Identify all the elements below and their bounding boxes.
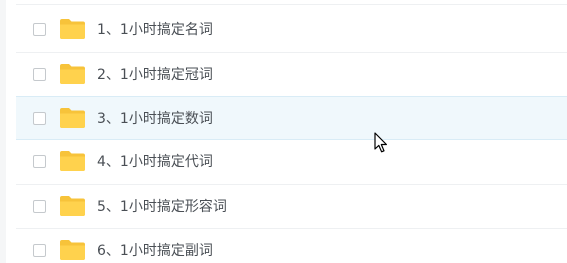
- list-item[interactable]: 2、1小时搞定冠词: [16, 52, 567, 96]
- left-gutter: [0, 0, 6, 263]
- row-checkbox[interactable]: [33, 23, 46, 36]
- list-item[interactable]: 4、1小时搞定代词: [16, 140, 567, 184]
- row-checkbox[interactable]: [33, 155, 46, 168]
- row-checkbox[interactable]: [33, 68, 46, 81]
- list-item[interactable]: 5、1小时搞定形容词: [16, 184, 567, 228]
- row-checkbox[interactable]: [33, 244, 46, 257]
- file-list: 1、1小时搞定名词 2、1小时搞定冠词 3、1小时搞定数词 4、1小时搞定代词 …: [16, 8, 567, 263]
- list-item[interactable]: 1、1小时搞定名词: [16, 8, 567, 52]
- list-item[interactable]: 3、1小时搞定数词: [16, 96, 567, 140]
- row-checkbox[interactable]: [33, 200, 46, 213]
- previous-row-edge: [16, 0, 567, 5]
- folder-icon: [60, 151, 85, 171]
- folder-icon: [60, 64, 85, 84]
- folder-icon: [60, 240, 85, 260]
- file-name[interactable]: 1、1小时搞定名词: [97, 20, 213, 40]
- row-checkbox[interactable]: [33, 112, 46, 125]
- file-name[interactable]: 5、1小时搞定形容词: [97, 197, 227, 217]
- folder-icon: [60, 19, 85, 39]
- file-name[interactable]: 3、1小时搞定数词: [97, 109, 213, 129]
- file-name[interactable]: 4、1小时搞定代词: [97, 152, 213, 172]
- file-name[interactable]: 6、1小时搞定副词: [97, 241, 213, 261]
- file-browser: 1、1小时搞定名词 2、1小时搞定冠词 3、1小时搞定数词 4、1小时搞定代词 …: [0, 0, 567, 263]
- file-name[interactable]: 2、1小时搞定冠词: [97, 65, 213, 85]
- folder-icon: [60, 108, 85, 128]
- list-item[interactable]: 6、1小时搞定副词: [16, 228, 567, 263]
- folder-icon: [60, 196, 85, 216]
